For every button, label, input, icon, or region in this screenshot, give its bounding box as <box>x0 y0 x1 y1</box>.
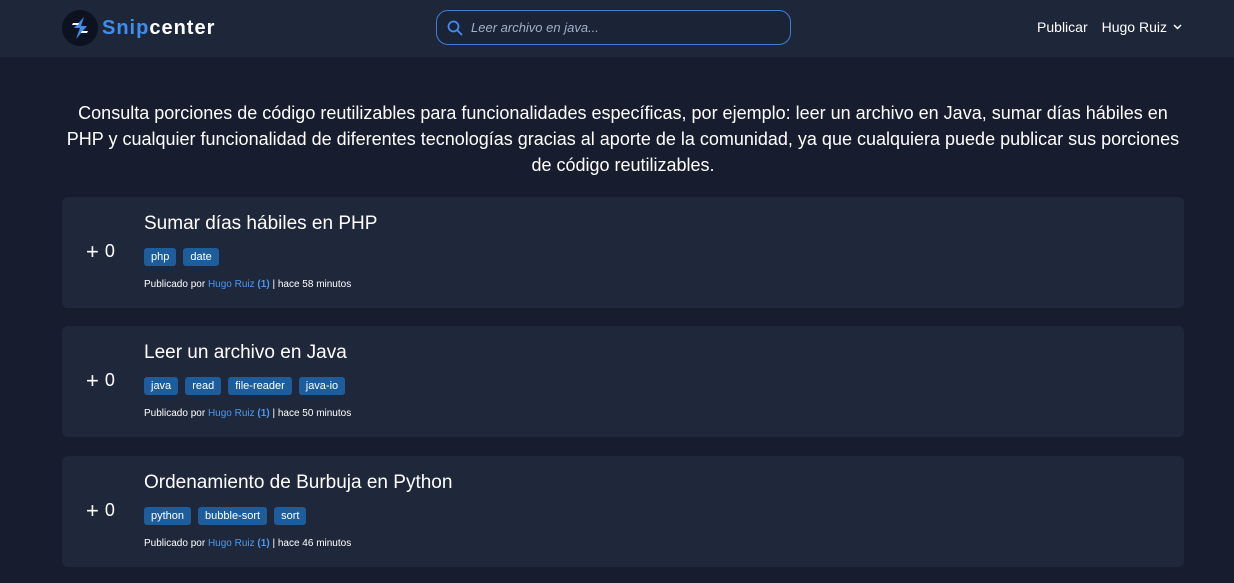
vote-button[interactable]: + 0 <box>86 367 115 393</box>
tag[interactable]: php <box>144 248 177 266</box>
tag[interactable]: java <box>144 377 179 395</box>
tag-list: java read file-reader java-io <box>144 377 352 395</box>
brand-logo-link[interactable]: Snipcenter <box>62 10 215 46</box>
snippet-title[interactable]: Leer un archivo en Java <box>144 342 347 364</box>
tag-list: php date <box>144 248 226 266</box>
snippet-card: + 0 Leer un archivo en Java java read fi… <box>62 326 1184 437</box>
snippet-time: hace 58 minutos <box>277 279 352 290</box>
author-link[interactable]: Hugo Ruiz <box>208 538 255 549</box>
plus-icon: + <box>86 367 99 393</box>
vote-count: 0 <box>104 241 115 261</box>
snippet-title[interactable]: Ordenamiento de Burbuja en Python <box>144 472 452 494</box>
snippet-time: hace 50 minutos <box>277 408 352 419</box>
search-input[interactable] <box>471 20 771 35</box>
chevron-down-icon <box>1173 24 1182 30</box>
author-link[interactable]: Hugo Ruiz <box>208 279 255 290</box>
lightning-icon <box>62 10 98 46</box>
plus-icon: + <box>86 497 99 523</box>
author-count: (1) <box>257 279 270 290</box>
published-by-label: Publicado por <box>144 408 206 419</box>
tag[interactable]: read <box>185 377 222 395</box>
navbar: Snipcenter Publicar Hugo Ruiz <box>0 0 1234 57</box>
intro-text: Consulta porciones de código reutilizabl… <box>66 103 1180 175</box>
snippet-meta: Publicado por Hugo Ruiz (1) | hace 50 mi… <box>144 408 351 419</box>
snippet-card: + 0 Ordenamiento de Burbuja en Python py… <box>62 456 1184 567</box>
vote-button[interactable]: + 0 <box>86 497 115 523</box>
snippet-meta: Publicado por Hugo Ruiz (1) | hace 58 mi… <box>144 279 351 290</box>
author-link[interactable]: Hugo Ruiz <box>208 408 255 419</box>
snippet-meta: Publicado por Hugo Ruiz (1) | hace 46 mi… <box>144 538 351 549</box>
vote-count: 0 <box>104 370 115 390</box>
snippet-card: + 0 Sumar días hábiles en PHP php date P… <box>62 197 1184 308</box>
tag-list: python bubble-sort sort <box>144 507 313 525</box>
published-by-label: Publicado por <box>144 279 206 290</box>
meta-separator: | <box>272 279 276 290</box>
tag[interactable]: java-io <box>298 377 346 395</box>
vote-button[interactable]: + 0 <box>86 238 115 264</box>
user-menu[interactable]: Hugo Ruiz <box>1102 19 1182 35</box>
author-count: (1) <box>257 538 270 549</box>
user-name: Hugo Ruiz <box>1101 19 1167 35</box>
publish-link[interactable]: Publicar <box>1037 19 1088 35</box>
author-count: (1) <box>257 408 270 419</box>
search-icon <box>447 20 463 35</box>
published-by-label: Publicado por <box>144 538 206 549</box>
plus-icon: + <box>86 238 99 264</box>
vote-count: 0 <box>104 500 115 520</box>
snippet-time: hace 46 minutos <box>277 538 352 549</box>
tag[interactable]: file-reader <box>228 377 292 395</box>
nav-right: Publicar Hugo Ruiz <box>1037 19 1182 35</box>
brand-name: Snipcenter <box>102 16 216 39</box>
search-bar <box>436 10 791 45</box>
meta-separator: | <box>272 538 276 549</box>
meta-separator: | <box>272 408 276 419</box>
tag[interactable]: python <box>144 507 192 525</box>
tag[interactable]: sort <box>274 507 307 525</box>
snippet-title[interactable]: Sumar días hábiles en PHP <box>144 213 377 235</box>
tag[interactable]: date <box>183 248 219 266</box>
tag[interactable]: bubble-sort <box>198 507 268 525</box>
